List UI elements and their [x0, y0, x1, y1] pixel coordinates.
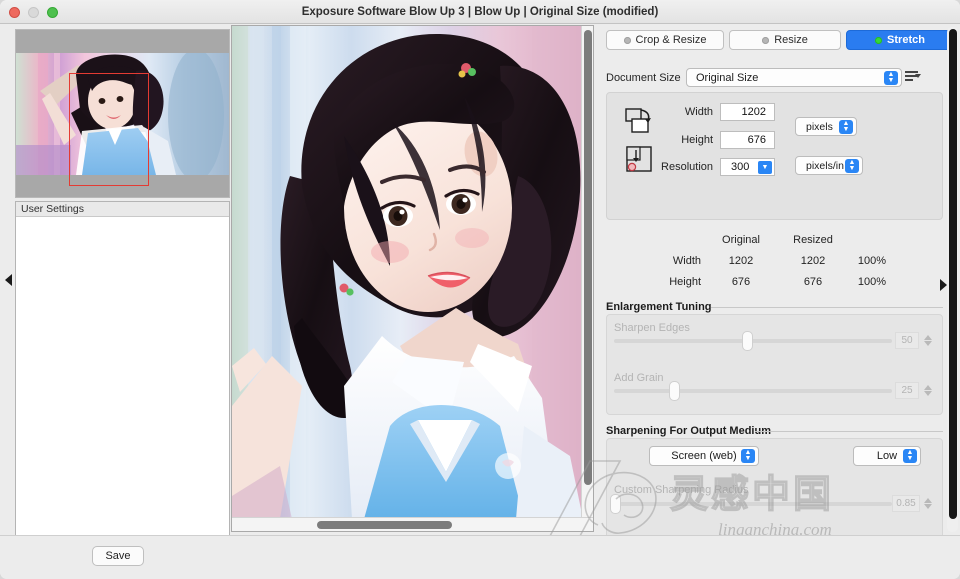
width-percent-value: 100% — [857, 255, 887, 267]
section-divider — [711, 307, 943, 308]
add-grain-slider-knob[interactable] — [669, 381, 680, 401]
mode-crop-resize-label: Crop & Resize — [635, 33, 707, 46]
presets-menu-icon[interactable] — [905, 71, 921, 84]
chevron-updown-icon[interactable]: ▲ ▼ — [903, 449, 917, 463]
sharpen-edges-value[interactable]: 50 — [895, 332, 919, 349]
width-input[interactable]: 1202 — [720, 103, 775, 121]
width-original-value: 1202 — [728, 255, 754, 267]
settings-panel-scroll-thumb[interactable] — [949, 29, 957, 519]
custom-sharpening-radius-slider[interactable] — [614, 502, 892, 506]
section-divider — [755, 431, 943, 432]
mode-stretch-button[interactable]: Stretch — [846, 30, 954, 50]
height-resized-value: 676 — [803, 276, 823, 288]
custom-sharpening-radius-stepper[interactable] — [921, 494, 934, 512]
dimensions-box: Width 1202 Height 676 pixels ▲ ▼ Resoluti… — [606, 92, 943, 220]
radio-icon — [623, 36, 631, 44]
size-units-value: pixels — [806, 120, 833, 133]
sharpening-title: Sharpening For Output Medium — [606, 425, 771, 437]
navigator-panel[interactable] — [15, 29, 230, 198]
document-size-value: Original Size — [696, 71, 759, 84]
chevron-updown-icon[interactable]: ▲ ▼ — [839, 120, 853, 134]
user-settings-header: User Settings — [16, 202, 229, 217]
height-percent-value: 100% — [857, 276, 887, 288]
chevron-updown-icon[interactable]: ▲ ▼ — [741, 449, 755, 463]
size-units-select[interactable]: pixels ▲ ▼ — [795, 117, 857, 136]
sharpening-amount-value: Low — [876, 450, 898, 462]
preview-vertical-scroll-thumb[interactable] — [584, 30, 592, 485]
enlargement-tuning-box: Sharpen Edges 50 Add Grain 25 — [606, 314, 943, 415]
sharpen-edges-slider[interactable] — [614, 339, 892, 343]
height-label: Height — [681, 134, 713, 146]
user-settings-panel: User Settings — [15, 201, 230, 552]
column-resized: Resized — [793, 234, 833, 246]
preview-horizontal-scrollbar[interactable] — [232, 517, 593, 531]
row-label-width: Width — [672, 255, 701, 267]
document-size-label: Document Size — [606, 71, 681, 84]
resolution-units-value: pixels/in — [806, 159, 844, 172]
left-column: User Settings — [0, 24, 230, 552]
preview-frame[interactable] — [231, 25, 594, 532]
width-label: Width — [684, 106, 713, 118]
width-resized-value: 1202 — [800, 255, 826, 267]
preview-column — [230, 24, 595, 535]
enlargement-tuning-title: Enlargement Tuning — [606, 301, 712, 313]
column-original: Original — [722, 234, 760, 246]
resolution-input[interactable]: 300 ▼ — [720, 158, 775, 176]
resolution-label: Resolution — [661, 161, 713, 173]
resize-dimensions-icon — [624, 107, 654, 137]
image-preview[interactable] — [232, 26, 583, 519]
collapse-left-panel-arrow[interactable] — [5, 274, 12, 286]
sharpening-amount-select[interactable]: Low ▲ ▼ — [853, 446, 921, 466]
chevron-down-icon[interactable]: ▼ — [758, 161, 772, 174]
radio-icon — [762, 36, 770, 44]
chevron-updown-icon[interactable]: ▲ ▼ — [845, 159, 859, 173]
sharpening-medium-select[interactable]: Screen (web) ▲ ▼ — [649, 446, 759, 466]
chevron-down-icon — [915, 74, 921, 78]
add-grain-label: Add Grain — [614, 372, 664, 384]
custom-sharpening-radius-value[interactable]: 0.85 — [892, 495, 920, 512]
save-button[interactable]: Save — [92, 546, 144, 566]
title-bar: Exposure Software Blow Up 3 | Blow Up | … — [0, 0, 960, 24]
document-size-row: Document Size Original Size ▲ ▼ — [606, 68, 902, 87]
document-size-select[interactable]: Original Size ▲ ▼ — [686, 68, 902, 87]
app-window: Exposure Software Blow Up 3 | Blow Up | … — [0, 0, 960, 579]
sharpen-edges-label: Sharpen Edges — [614, 322, 690, 334]
bottom-toolbar: Save 1:1 Fit 88.04% ▼ ▲▼ Be — [0, 535, 960, 579]
mode-resize-button[interactable]: Resize — [729, 30, 841, 50]
mode-crop-resize-button[interactable]: Crop & Resize — [606, 30, 724, 50]
mode-stretch-label: Stretch — [887, 33, 925, 46]
user-settings-list[interactable] — [16, 217, 229, 551]
radio-selected-icon — [875, 36, 883, 44]
add-grain-value[interactable]: 25 — [895, 382, 919, 399]
custom-sharpening-radius-knob[interactable] — [610, 494, 621, 514]
navigator-thumbnail — [16, 53, 229, 175]
settings-panel-scrollbar[interactable] — [947, 27, 958, 532]
resolution-units-select[interactable]: pixels/in ▲ ▼ — [795, 156, 863, 175]
collapse-right-panel-arrow[interactable] — [940, 279, 947, 291]
preview-horizontal-scroll-thumb[interactable] — [317, 521, 452, 529]
custom-sharpening-radius-label: Custom Sharpening Radius — [614, 484, 749, 496]
resolution-value: 300 — [731, 161, 750, 173]
add-grain-stepper[interactable] — [921, 381, 934, 399]
sharpen-edges-slider-knob[interactable] — [742, 331, 753, 351]
settings-panel: Crop & Resize Resize Stretch Document Si… — [595, 24, 960, 560]
height-input[interactable]: 676 — [720, 131, 775, 149]
preview-vertical-scrollbar[interactable] — [581, 26, 593, 519]
mode-segmented-control: Crop & Resize Resize Stretch — [606, 30, 954, 50]
window-title: Exposure Software Blow Up 3 | Blow Up | … — [301, 6, 659, 18]
row-label-height: Height — [669, 276, 701, 288]
chevron-updown-icon[interactable]: ▲ ▼ — [884, 71, 898, 85]
mode-resize-label: Resize — [774, 33, 808, 46]
sharpening-medium-value: Screen (web) — [671, 450, 737, 462]
sharpen-edges-stepper[interactable] — [921, 331, 934, 349]
height-original-value: 676 — [731, 276, 751, 288]
add-grain-slider[interactable] — [614, 389, 892, 393]
